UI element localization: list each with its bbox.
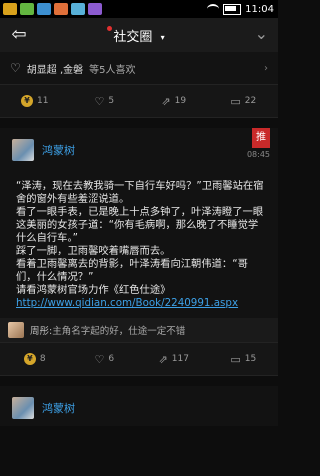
back-icon[interactable]: ⇦ [8, 24, 30, 46]
avatar[interactable] [12, 397, 34, 419]
share-button[interactable]: ⇗ 19 [139, 95, 209, 108]
comment-button[interactable]: ▭ 22 [209, 95, 279, 108]
page-title[interactable]: 社交圈 ▾ [107, 25, 165, 45]
comment-icon: ▭ [230, 352, 241, 366]
comment-author: 周彤: [30, 326, 53, 337]
action-bar: ¥ 8 ♡ 6 ⇗ 117 ▭ 15 [0, 342, 278, 376]
post-card[interactable]: 推 08:45 鸿蒙树 “泽涛，现在去教我骑一下自行车好吗？”卫雨馨站在宿舍的窗… [0, 128, 278, 342]
post-paragraph: 看着卫雨馨离去的背影，叶泽涛看向江朝伟道：“哥们，什么情况？” [16, 258, 248, 283]
like-count: 5 [108, 96, 115, 106]
share-button[interactable]: ⇗ 117 [139, 353, 209, 366]
post-time: 08:45 [246, 150, 270, 159]
divider [0, 376, 278, 386]
share-count: 19 [174, 96, 187, 106]
share-icon: ⇗ [161, 94, 171, 108]
post-paragraph: 看了一眼手表，已是晚上十点多钟了，叶泽涛瞪了一眼这美丽的女孩子道：“你有毛病啊，… [16, 206, 264, 244]
post-promo-text: 请看鸿蒙树官场力作《红色仕途》 [16, 284, 171, 296]
post-author[interactable]: 鸿蒙树 [42, 142, 75, 158]
comment-button[interactable]: ▭ 15 [209, 353, 279, 366]
recommended-badge: 推 [252, 128, 270, 148]
heart-icon: ♡ [10, 61, 21, 75]
comment-text: 主角名字起的好，仕途一定不错 [52, 326, 186, 337]
chevron-right-icon: › [264, 62, 268, 74]
download-icon [20, 3, 34, 15]
app-icon [37, 3, 51, 15]
page-title-text: 社交圈 [113, 29, 153, 45]
like-button[interactable]: ♡ 5 [70, 95, 140, 108]
coin-icon: ¥ [23, 353, 36, 365]
comment-avatar [8, 322, 24, 338]
post-body[interactable]: “泽涛，现在去教我骑一下自行车好吗？”卫雨馨站在宿舍的窗外有些羞涩说道。 看了一… [8, 168, 270, 318]
app-icon [88, 3, 102, 15]
comment-preview[interactable]: 周彤: 主角名字起的好，仕途一定不错 [0, 318, 278, 342]
post-paragraph: 踩了一脚，卫雨馨咬着嘴唇而去。 [16, 245, 171, 257]
post-header: 鸿蒙树 [8, 386, 270, 426]
comment-count: 15 [244, 354, 257, 364]
app-icon [54, 3, 68, 15]
battery-icon [223, 3, 242, 15]
wifi-icon [207, 4, 220, 14]
status-time: 11:04 [245, 3, 274, 15]
likes-count-text: 等5人喜欢 [89, 64, 136, 76]
feed[interactable]: ♡ 胡显超 ,金磐 等5人喜欢 › ¥ 11 ♡ 5 ⇗ 19 ▭ 22 推 0… [0, 52, 278, 476]
app-icon [71, 3, 85, 15]
like-count: 6 [108, 354, 115, 364]
book-link[interactable]: http://www.qidian.com/Book/2240991.aspx [16, 297, 238, 309]
coin-count: 8 [39, 354, 46, 364]
post-paragraph: 请看鸿蒙树官场力作《红色仕途》http://www.qidian.com/Boo… [16, 284, 268, 310]
post-header: 鸿蒙树 [8, 128, 270, 168]
share-icon: ⇗ [158, 352, 168, 366]
action-bar: ¥ 11 ♡ 5 ⇗ 19 ▭ 22 [0, 84, 278, 118]
chevron-down-icon: ▾ [160, 32, 165, 42]
coin-count: 11 [37, 96, 49, 106]
share-count: 117 [171, 354, 189, 364]
coin-button[interactable]: ¥ 11 [0, 95, 70, 107]
status-bar: 11:04 [0, 0, 278, 18]
like-button[interactable]: ♡ 6 [70, 353, 140, 366]
comment-count: 22 [244, 96, 257, 106]
likes-summary[interactable]: ♡ 胡显超 ,金磐 等5人喜欢 › [0, 52, 278, 84]
coin-button[interactable]: ¥ 8 [0, 353, 70, 365]
notification-icons [0, 3, 102, 15]
post-paragraph: “泽涛，现在去教我骑一下自行车好吗？”卫雨馨站在宿舍的窗外有些羞涩说道。 [16, 180, 264, 205]
coin-icon: ¥ [21, 95, 34, 107]
divider [0, 118, 278, 128]
comment-icon: ▭ [230, 94, 241, 108]
likers-names[interactable]: 胡显超 ,金磐 [27, 61, 83, 76]
app-notification-icon [3, 3, 17, 15]
post-card[interactable]: 鸿蒙树 [0, 386, 278, 426]
unread-dot-icon [107, 25, 113, 31]
heart-icon: ♡ [94, 94, 105, 108]
post-author[interactable]: 鸿蒙树 [42, 400, 75, 416]
avatar[interactable] [12, 139, 34, 161]
top-bar: ⇦ 社交圈 ▾ ⌄ [0, 18, 278, 53]
more-icon[interactable]: ⌄ [255, 24, 268, 43]
heart-icon: ♡ [94, 352, 105, 366]
